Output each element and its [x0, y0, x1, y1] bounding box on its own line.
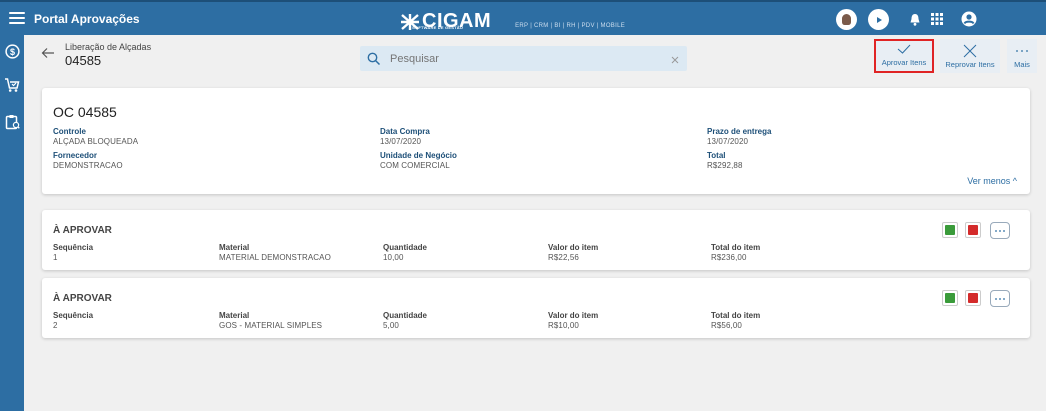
search-bar: [360, 46, 687, 71]
col-header: Material: [219, 311, 250, 320]
col-header: Total do item: [711, 311, 761, 320]
approve-icon: [945, 225, 955, 235]
order-summary-card: OC 04585 Controle ALÇADA BLOQUEADA Forne…: [42, 88, 1030, 194]
more-actions-button[interactable]: Mais: [1007, 39, 1037, 73]
page-title: 04585: [65, 53, 102, 68]
reject-item-button[interactable]: [965, 290, 981, 306]
col-value: GOS - MATERIAL SIMPLES: [219, 321, 323, 330]
col-value: MATERIAL DEMONSTRACAO: [219, 253, 331, 262]
reject-icon: [968, 293, 978, 303]
item-col-sequencia: Sequência 2: [53, 311, 93, 331]
check-icon: [897, 44, 911, 54]
show-less-link[interactable]: Ver menos ^: [967, 176, 1017, 186]
user-account-icon[interactable]: [959, 9, 979, 29]
chat-icon[interactable]: [868, 9, 889, 30]
search-icon[interactable]: [367, 52, 381, 66]
bell-icon[interactable]: [905, 9, 925, 29]
order-title: OC 04585: [53, 104, 117, 120]
logo-subtitle: SOFTWARE DE GESTÃO: [412, 25, 464, 30]
item-status: À APROVAR: [53, 225, 112, 236]
field-fornecedor: Fornecedor DEMONSTRACAO: [53, 151, 123, 171]
menu-icon[interactable]: [9, 10, 25, 26]
item-more-button[interactable]: [990, 290, 1010, 307]
item-col-quantidade: Quantidade 5,00: [383, 311, 427, 331]
item-col-valor: Valor do item R$10,00: [548, 311, 598, 331]
cigam-logo: CIGAM SOFTWARE DE GESTÃO ERP | CRM | BI …: [400, 7, 625, 31]
reject-icon: [968, 225, 978, 235]
avatar[interactable]: [836, 9, 857, 30]
dollar-icon[interactable]: $: [4, 43, 20, 59]
field-value: COM COMERCIAL: [380, 161, 450, 170]
top-bar: Portal Aprovações CIGAM SOFTWARE DE GEST…: [0, 0, 1046, 35]
col-value: R$10,00: [548, 321, 579, 330]
field-prazo-entrega: Prazo de entrega 13/07/2020: [707, 127, 771, 147]
field-data-compra: Data Compra 13/07/2020: [380, 127, 430, 147]
col-header: Quantidade: [383, 311, 428, 320]
field-unidade-negocio: Unidade de Negócio COM COMERCIAL: [380, 151, 457, 171]
item-col-quantidade: Quantidade 10,00: [383, 243, 427, 263]
col-header: Sequência: [53, 311, 94, 320]
close-icon: [963, 44, 977, 58]
col-value: R$236,00: [711, 253, 747, 262]
field-value: ALÇADA BLOQUEADA: [53, 137, 139, 146]
col-header: Valor do item: [548, 243, 599, 252]
approve-items-label: Aprovar Itens: [881, 58, 927, 67]
field-label: Fornecedor: [53, 151, 98, 160]
col-header: Valor do item: [548, 311, 599, 320]
col-value: R$56,00: [711, 321, 742, 330]
field-label: Prazo de entrega: [707, 127, 772, 136]
item-col-total: Total do item R$56,00: [711, 311, 760, 331]
field-label: Total: [707, 151, 726, 160]
sidebar: $: [0, 35, 24, 411]
item-col-total: Total do item R$236,00: [711, 243, 760, 263]
reject-items-label: Reprovar Itens: [945, 60, 995, 69]
col-value: R$22,56: [548, 253, 579, 262]
clipboard-icon[interactable]: [4, 114, 20, 130]
ellipsis-icon: [995, 297, 1005, 300]
item-status: À APROVAR: [53, 293, 112, 304]
col-value: 2: [53, 321, 58, 330]
back-arrow-icon[interactable]: [41, 46, 55, 60]
col-header: Quantidade: [383, 243, 428, 252]
app-title: Portal Aprovações: [34, 12, 140, 26]
field-value: 13/07/2020: [707, 137, 749, 146]
approve-item-button[interactable]: [942, 222, 958, 238]
item-col-valor: Valor do item R$22,56: [548, 243, 598, 263]
approve-item-button[interactable]: [942, 290, 958, 306]
ellipsis-icon: [995, 229, 1005, 232]
field-value: DEMONSTRACAO: [53, 161, 123, 170]
field-value: 13/07/2020: [380, 137, 422, 146]
breadcrumb: Liberação de Alçadas: [65, 42, 152, 52]
cart-icon[interactable]: [4, 77, 20, 93]
item-col-material: Material MATERIAL DEMONSTRACAO: [219, 243, 331, 263]
svg-text:$: $: [9, 47, 14, 57]
field-value: R$292,88: [707, 161, 743, 170]
item-col-material: Material GOS - MATERIAL SIMPLES: [219, 311, 322, 331]
field-label: Controle: [53, 127, 86, 136]
clear-search-icon[interactable]: [670, 52, 680, 64]
item-more-button[interactable]: [990, 222, 1010, 239]
logo-products: ERP | CRM | BI | RH | PDV | MOBILE: [515, 23, 626, 29]
search-input[interactable]: [390, 52, 650, 65]
col-value: 1: [53, 253, 58, 262]
apps-grid-icon[interactable]: [927, 9, 947, 29]
reject-item-button[interactable]: [965, 222, 981, 238]
col-header: Sequência: [53, 243, 94, 252]
col-header: Material: [219, 243, 250, 252]
field-label: Unidade de Negócio: [380, 151, 457, 160]
approve-icon: [945, 293, 955, 303]
ellipsis-icon: [1016, 50, 1028, 52]
field-controle: Controle ALÇADA BLOQUEADA: [53, 127, 138, 147]
approve-items-button[interactable]: Aprovar Itens: [874, 39, 934, 73]
more-actions-label: Mais: [1014, 60, 1030, 69]
col-header: Total do item: [711, 243, 761, 252]
col-value: 5,00: [383, 321, 399, 330]
field-label: Data Compra: [380, 127, 430, 136]
reject-items-button[interactable]: Reprovar Itens: [940, 39, 1000, 73]
item-card: À APROVAR Sequência 1 Material MATERIAL …: [42, 210, 1030, 270]
field-total: Total R$292,88: [707, 151, 743, 171]
item-card: À APROVAR Sequência 2 Material GOS - MAT…: [42, 278, 1030, 338]
col-value: 10,00: [383, 253, 404, 262]
item-col-sequencia: Sequência 1: [53, 243, 93, 263]
